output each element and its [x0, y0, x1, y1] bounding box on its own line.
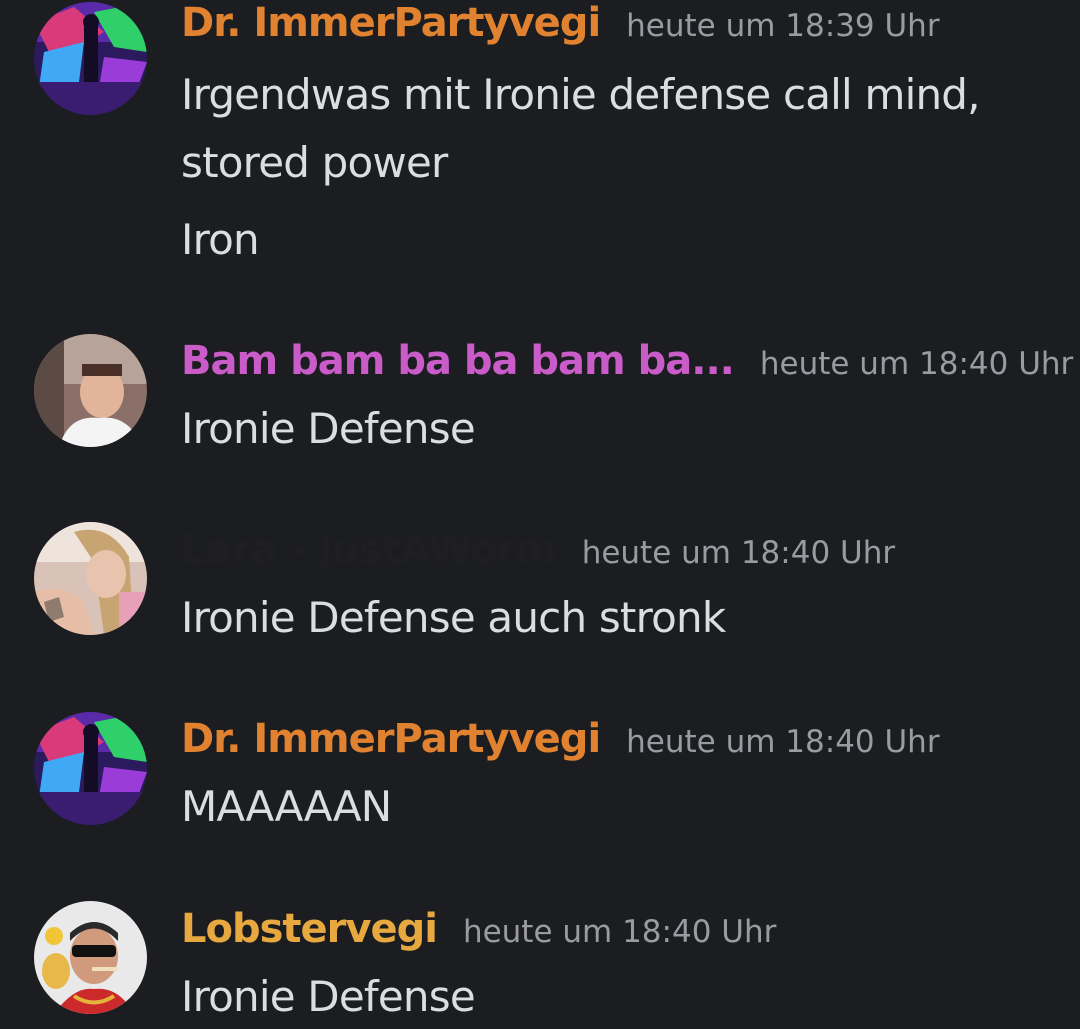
avatar-image	[34, 901, 147, 1014]
avatar[interactable]	[34, 2, 147, 115]
timestamp: heute um 18:40 Uhr	[462, 914, 777, 950]
message-text: Iron	[181, 215, 260, 264]
message-header: Dr. ImmerPartyvegi heute um 18:39 Uhr	[181, 0, 940, 60]
username[interactable]: Bam bam ba ba bam ba...	[181, 338, 735, 384]
message-text: stored power	[181, 138, 448, 187]
avatar-image	[34, 522, 147, 635]
message-text: Ironie Defense	[181, 972, 476, 1021]
message-text: Ironie Defense auch stronk	[181, 593, 726, 642]
message-header: Lara - JustAWorm heute um 18:40 Uhr	[181, 527, 895, 587]
avatar-image	[34, 334, 147, 447]
avatar[interactable]	[34, 712, 147, 825]
username[interactable]: Lobstervegi	[181, 906, 438, 952]
avatar-image	[34, 712, 147, 825]
timestamp: heute um 18:40 Uhr	[581, 535, 896, 571]
username[interactable]: Dr. ImmerPartyvegi	[181, 0, 601, 46]
message-text: MAAAAAN	[181, 782, 392, 831]
avatar-image	[34, 2, 147, 115]
avatar[interactable]	[34, 522, 147, 635]
message-text: Ironie Defense	[181, 404, 476, 453]
avatar[interactable]	[34, 901, 147, 1014]
message-header: Lobstervegi heute um 18:40 Uhr	[181, 906, 776, 966]
username[interactable]: Lara - JustAWorm	[181, 527, 557, 573]
avatar[interactable]	[34, 334, 147, 447]
username[interactable]: Dr. ImmerPartyvegi	[181, 716, 601, 762]
message-header: Bam bam ba ba bam ba... heute um 18:40 U…	[181, 338, 1073, 398]
timestamp: heute um 18:40 Uhr	[626, 724, 940, 760]
message-text: Irgendwas mit Ironie defense call mind,	[181, 70, 980, 119]
timestamp: heute um 18:39 Uhr	[626, 8, 940, 44]
message-header: Dr. ImmerPartyvegi heute um 18:40 Uhr	[181, 716, 940, 776]
timestamp: heute um 18:40 Uhr	[759, 346, 1074, 382]
